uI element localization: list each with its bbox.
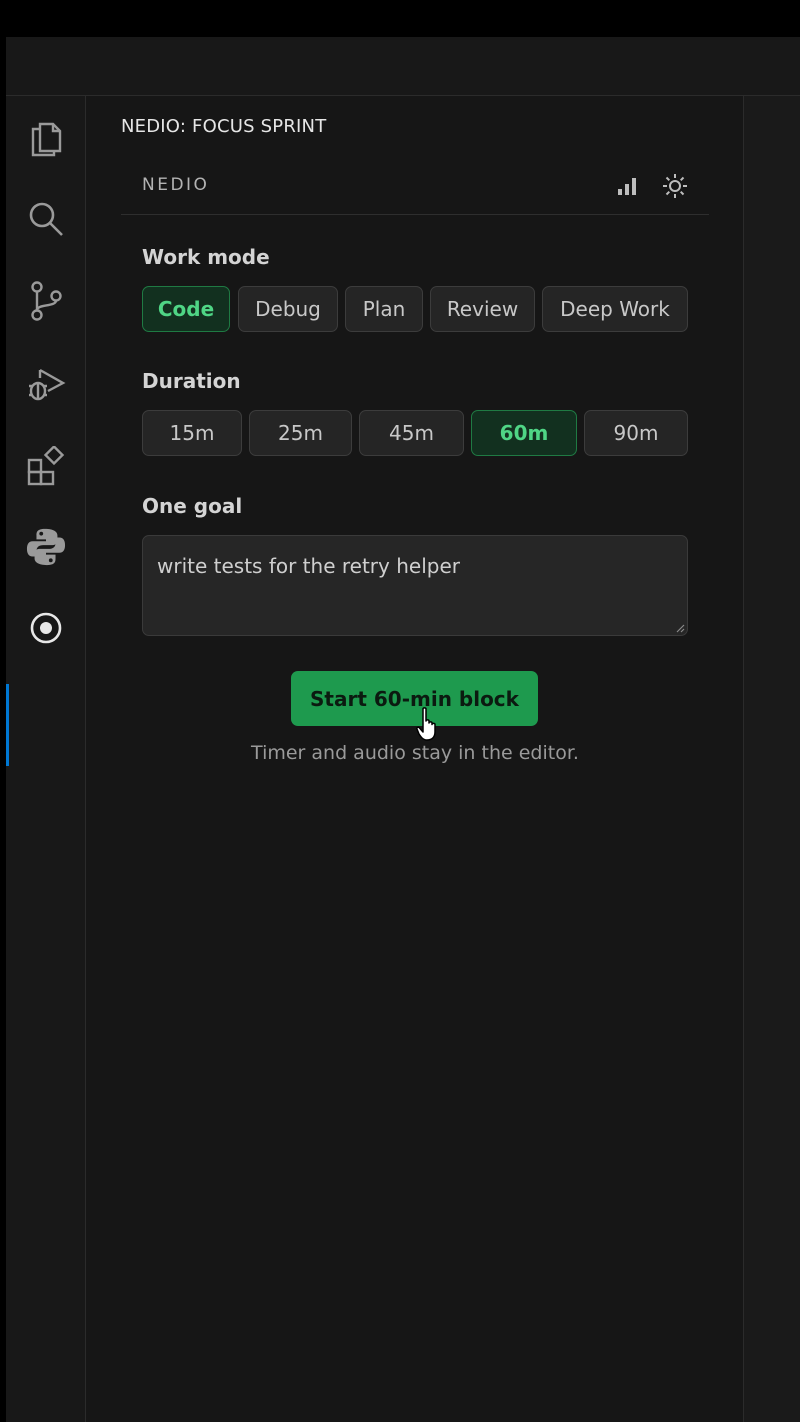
duration-option-25m[interactable]: 25m bbox=[249, 410, 352, 456]
screen: NEDIO: FOCUS SPRINT NEDIO Work mode Code… bbox=[0, 0, 800, 1422]
work-mode-option-code[interactable]: Code bbox=[142, 286, 230, 332]
hint-text: Timer and audio stay in the editor. bbox=[251, 742, 579, 764]
stats-icon[interactable] bbox=[613, 172, 641, 200]
python-icon[interactable] bbox=[26, 527, 66, 567]
focus-target-icon[interactable] bbox=[26, 608, 66, 648]
duration-option-90m[interactable]: 90m bbox=[584, 410, 688, 456]
theme-sun-icon[interactable] bbox=[661, 172, 689, 200]
explorer-icon[interactable] bbox=[26, 116, 66, 157]
work-mode-option-plan[interactable]: Plan bbox=[345, 286, 423, 332]
extensions-icon[interactable] bbox=[26, 446, 66, 486]
run-debug-icon[interactable] bbox=[26, 364, 66, 404]
start-block-button[interactable]: Start 60-min block bbox=[291, 671, 538, 726]
search-icon[interactable] bbox=[26, 199, 66, 239]
work-mode-option-debug[interactable]: Debug bbox=[238, 286, 338, 332]
title-bar bbox=[6, 37, 800, 96]
duration-option-60m[interactable]: 60m bbox=[471, 410, 577, 456]
goal-label: One goal bbox=[142, 494, 243, 518]
active-view-indicator bbox=[6, 684, 9, 766]
panel-header: NEDIO bbox=[121, 162, 709, 215]
editor-area bbox=[744, 96, 800, 1422]
duration-label: Duration bbox=[142, 369, 241, 393]
focus-sprint-panel: NEDIO: FOCUS SPRINT NEDIO Work mode Code… bbox=[86, 96, 744, 1422]
brand-label: NEDIO bbox=[142, 175, 210, 195]
activity-bar bbox=[6, 96, 86, 1422]
work-mode-option-deep-work[interactable]: Deep Work bbox=[542, 286, 688, 332]
duration-option-15m[interactable]: 15m bbox=[142, 410, 242, 456]
source-control-icon[interactable] bbox=[26, 281, 66, 321]
hand-pointer-icon bbox=[416, 706, 442, 746]
panel-title: NEDIO: FOCUS SPRINT bbox=[121, 116, 327, 137]
resize-grip-icon[interactable] bbox=[675, 623, 685, 633]
goal-input-value: write tests for the retry helper bbox=[157, 554, 460, 578]
work-mode-label: Work mode bbox=[142, 245, 270, 269]
work-mode-option-review[interactable]: Review bbox=[430, 286, 535, 332]
duration-option-45m[interactable]: 45m bbox=[359, 410, 464, 456]
goal-input[interactable]: write tests for the retry helper bbox=[142, 535, 688, 636]
